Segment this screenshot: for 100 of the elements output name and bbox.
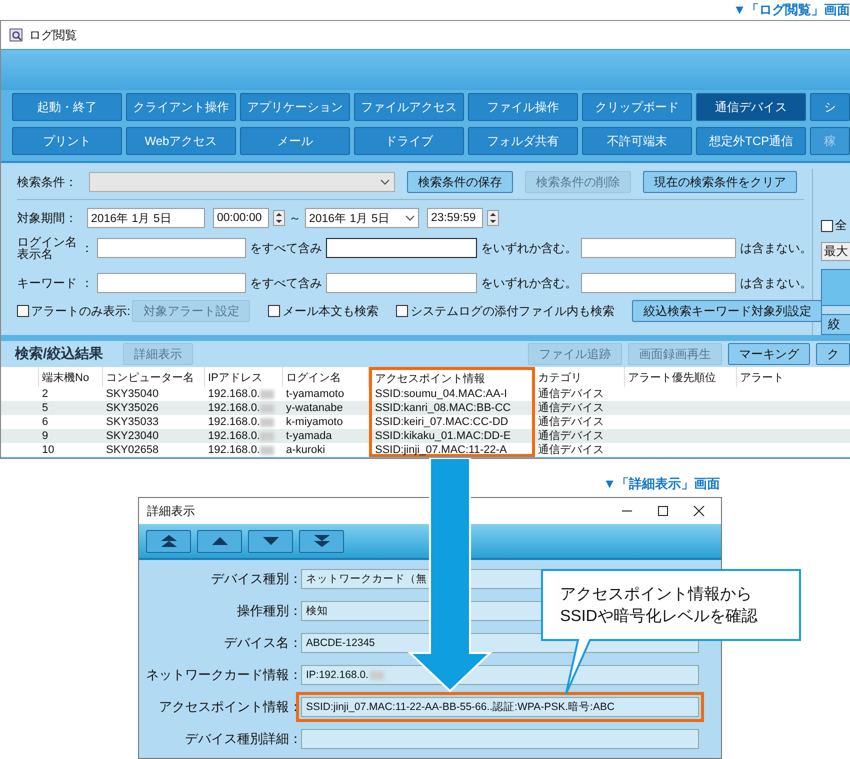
field-label: デバイス種別 bbox=[210, 570, 289, 588]
colon: ： bbox=[289, 602, 301, 620]
category-tab[interactable]: 通信デバイス bbox=[696, 93, 806, 121]
up-triangle-icon bbox=[210, 534, 230, 548]
close-icon[interactable] bbox=[693, 505, 705, 517]
category-tab[interactable]: ドライブ bbox=[354, 127, 464, 155]
checkbox-label: アラートのみ表示: bbox=[31, 302, 130, 320]
category-tab[interactable]: 起動・終了 bbox=[12, 93, 122, 121]
table-cell-text: 通信デバイス bbox=[537, 387, 605, 401]
search-condition-label: 検索条件： bbox=[17, 174, 77, 190]
input-field[interactable] bbox=[97, 238, 246, 258]
category-tab[interactable]: プリント bbox=[12, 127, 122, 155]
colon: ： bbox=[81, 240, 93, 256]
checkbox[interactable] bbox=[268, 305, 280, 317]
table-cell-text: 6 bbox=[41, 415, 50, 429]
to-date-dropdown[interactable]: 2016年 1月 5日 bbox=[305, 208, 419, 228]
checkbox[interactable] bbox=[821, 220, 833, 232]
max-dropdown[interactable]: 最大 bbox=[821, 242, 850, 261]
category-tab[interactable]: メール bbox=[240, 127, 350, 155]
search-condition-button[interactable]: 現在の検索条件をクリア bbox=[643, 171, 797, 193]
period-label: 対象期間： bbox=[17, 210, 78, 226]
input-field[interactable] bbox=[97, 273, 246, 293]
spinner-icon[interactable] bbox=[273, 210, 285, 226]
colon: ： bbox=[81, 274, 93, 292]
condition-text: は含まない。 bbox=[740, 274, 812, 292]
category-tab[interactable]: Webアクセス bbox=[126, 127, 236, 155]
input-field[interactable] bbox=[581, 238, 736, 258]
checkbox[interactable] bbox=[396, 305, 408, 317]
category-tab[interactable]: ファイルアクセス bbox=[354, 93, 464, 121]
from-date-field[interactable]: 2016年 1月 5日 bbox=[87, 208, 205, 228]
filter-label: ログイン名 表示名 bbox=[17, 236, 77, 260]
column-header[interactable]: コンピューター名 bbox=[103, 367, 205, 387]
side-button[interactable]: 絞 bbox=[821, 314, 850, 335]
category-tab[interactable]: ファイル操作 bbox=[468, 93, 578, 121]
table-cell-text: t-yamada bbox=[285, 429, 333, 443]
results-title: 検索/絞込結果 bbox=[15, 345, 103, 363]
keyword-columns-button[interactable]: 絞込検索キーワード対象列設定 bbox=[632, 300, 822, 322]
category-tab[interactable]: クライアント操作 bbox=[126, 93, 236, 121]
category-tab[interactable]: アプリケーション bbox=[240, 93, 350, 121]
table-cell: 192.168.0. bbox=[205, 429, 283, 443]
from-time-field[interactable]: 00:00:00 bbox=[213, 208, 269, 228]
field-label: デバイス種別詳細 bbox=[184, 730, 289, 748]
input-field[interactable] bbox=[326, 273, 478, 293]
colon: ： bbox=[289, 634, 301, 652]
results-button[interactable]: マーキング bbox=[728, 343, 810, 365]
field-label: アクセスポイント情報 bbox=[158, 698, 289, 716]
table-cell-text: k-miyamoto bbox=[285, 415, 344, 429]
input-field[interactable] bbox=[581, 273, 736, 293]
table-cell: 192.168.0. bbox=[205, 443, 283, 457]
results-button[interactable]: ク bbox=[816, 343, 850, 365]
next-record-button[interactable] bbox=[248, 530, 293, 552]
condition-text: は含まない。 bbox=[740, 240, 812, 256]
field-label: ネットワークカード情報 bbox=[145, 666, 289, 684]
category-tab[interactable]: 不許可端末 bbox=[582, 127, 692, 155]
column-header[interactable]: アラート優先順位 bbox=[625, 367, 737, 387]
table-cell-text: a-kuroki bbox=[285, 443, 326, 457]
double-up-triangle-icon bbox=[158, 534, 178, 548]
search-condition-button[interactable]: 検索条件の保存 bbox=[407, 171, 513, 193]
table-cell-text: 9 bbox=[41, 429, 50, 443]
table-cell-text: SKY23040 bbox=[105, 429, 160, 443]
checkbox-label: メール本文も検索 bbox=[282, 302, 378, 320]
column-header[interactable]: IPアドレス bbox=[205, 367, 283, 387]
maximize-icon[interactable] bbox=[657, 505, 669, 517]
category-tab[interactable]: シ bbox=[810, 93, 850, 121]
double-down-triangle-icon bbox=[312, 534, 332, 548]
column-header[interactable]: カテゴリ bbox=[535, 367, 625, 387]
colon: ： bbox=[289, 570, 301, 588]
category-tab[interactable]: フォルダ共有 bbox=[468, 127, 578, 155]
window-title: ログ閲覧 bbox=[29, 26, 77, 44]
range-separator: ～ bbox=[289, 210, 301, 226]
table-cell-text: SKY35040 bbox=[105, 387, 160, 401]
colon: ： bbox=[289, 730, 301, 748]
previous-record-button[interactable] bbox=[197, 530, 242, 552]
readonly-field: SSID:jinji_07.MAC:11-22-AA-BB-55-66..認証:WPA-PSK.暗号:ABC bbox=[301, 697, 699, 717]
table-cell-text: 通信デバイス bbox=[537, 401, 605, 415]
table-cell-text: SKY02658 bbox=[105, 443, 160, 457]
category-tab[interactable]: 想定外TCP通信 bbox=[696, 127, 806, 155]
last-record-button[interactable] bbox=[299, 530, 344, 552]
to-time-field[interactable]: 23:59:59 bbox=[427, 208, 483, 228]
first-record-button[interactable] bbox=[146, 530, 191, 552]
spinner-icon[interactable] bbox=[487, 210, 499, 226]
checkbox-label: 全 bbox=[835, 217, 847, 234]
column-header[interactable]: 端末機No bbox=[39, 367, 103, 387]
column-header[interactable]: ログイン名 bbox=[283, 367, 369, 387]
table-cell-text: y-watanabe bbox=[285, 401, 344, 415]
table-cell-text: 通信デバイス bbox=[537, 415, 605, 429]
input-field[interactable] bbox=[326, 238, 478, 258]
checkbox-label: システムログの添付ファイル内も検索 bbox=[410, 302, 614, 320]
table-cell-text: 2 bbox=[41, 387, 50, 401]
column-header[interactable]: アラート bbox=[737, 367, 850, 387]
table-cell: SSID:kanri_08.MAC:BB-CC bbox=[369, 401, 535, 415]
checkbox[interactable] bbox=[17, 305, 29, 317]
condition-text: をいずれか含む。 bbox=[481, 240, 578, 256]
table-cell: 192.168.0. bbox=[205, 415, 283, 429]
chevron-down-icon bbox=[380, 178, 390, 186]
column-header[interactable]: アクセスポイント情報 bbox=[369, 367, 535, 387]
category-tab[interactable]: クリップボード bbox=[582, 93, 692, 121]
down-triangle-icon bbox=[260, 534, 280, 548]
condition-text: をすべて含み bbox=[250, 274, 322, 292]
window-app-icon bbox=[9, 28, 23, 42]
